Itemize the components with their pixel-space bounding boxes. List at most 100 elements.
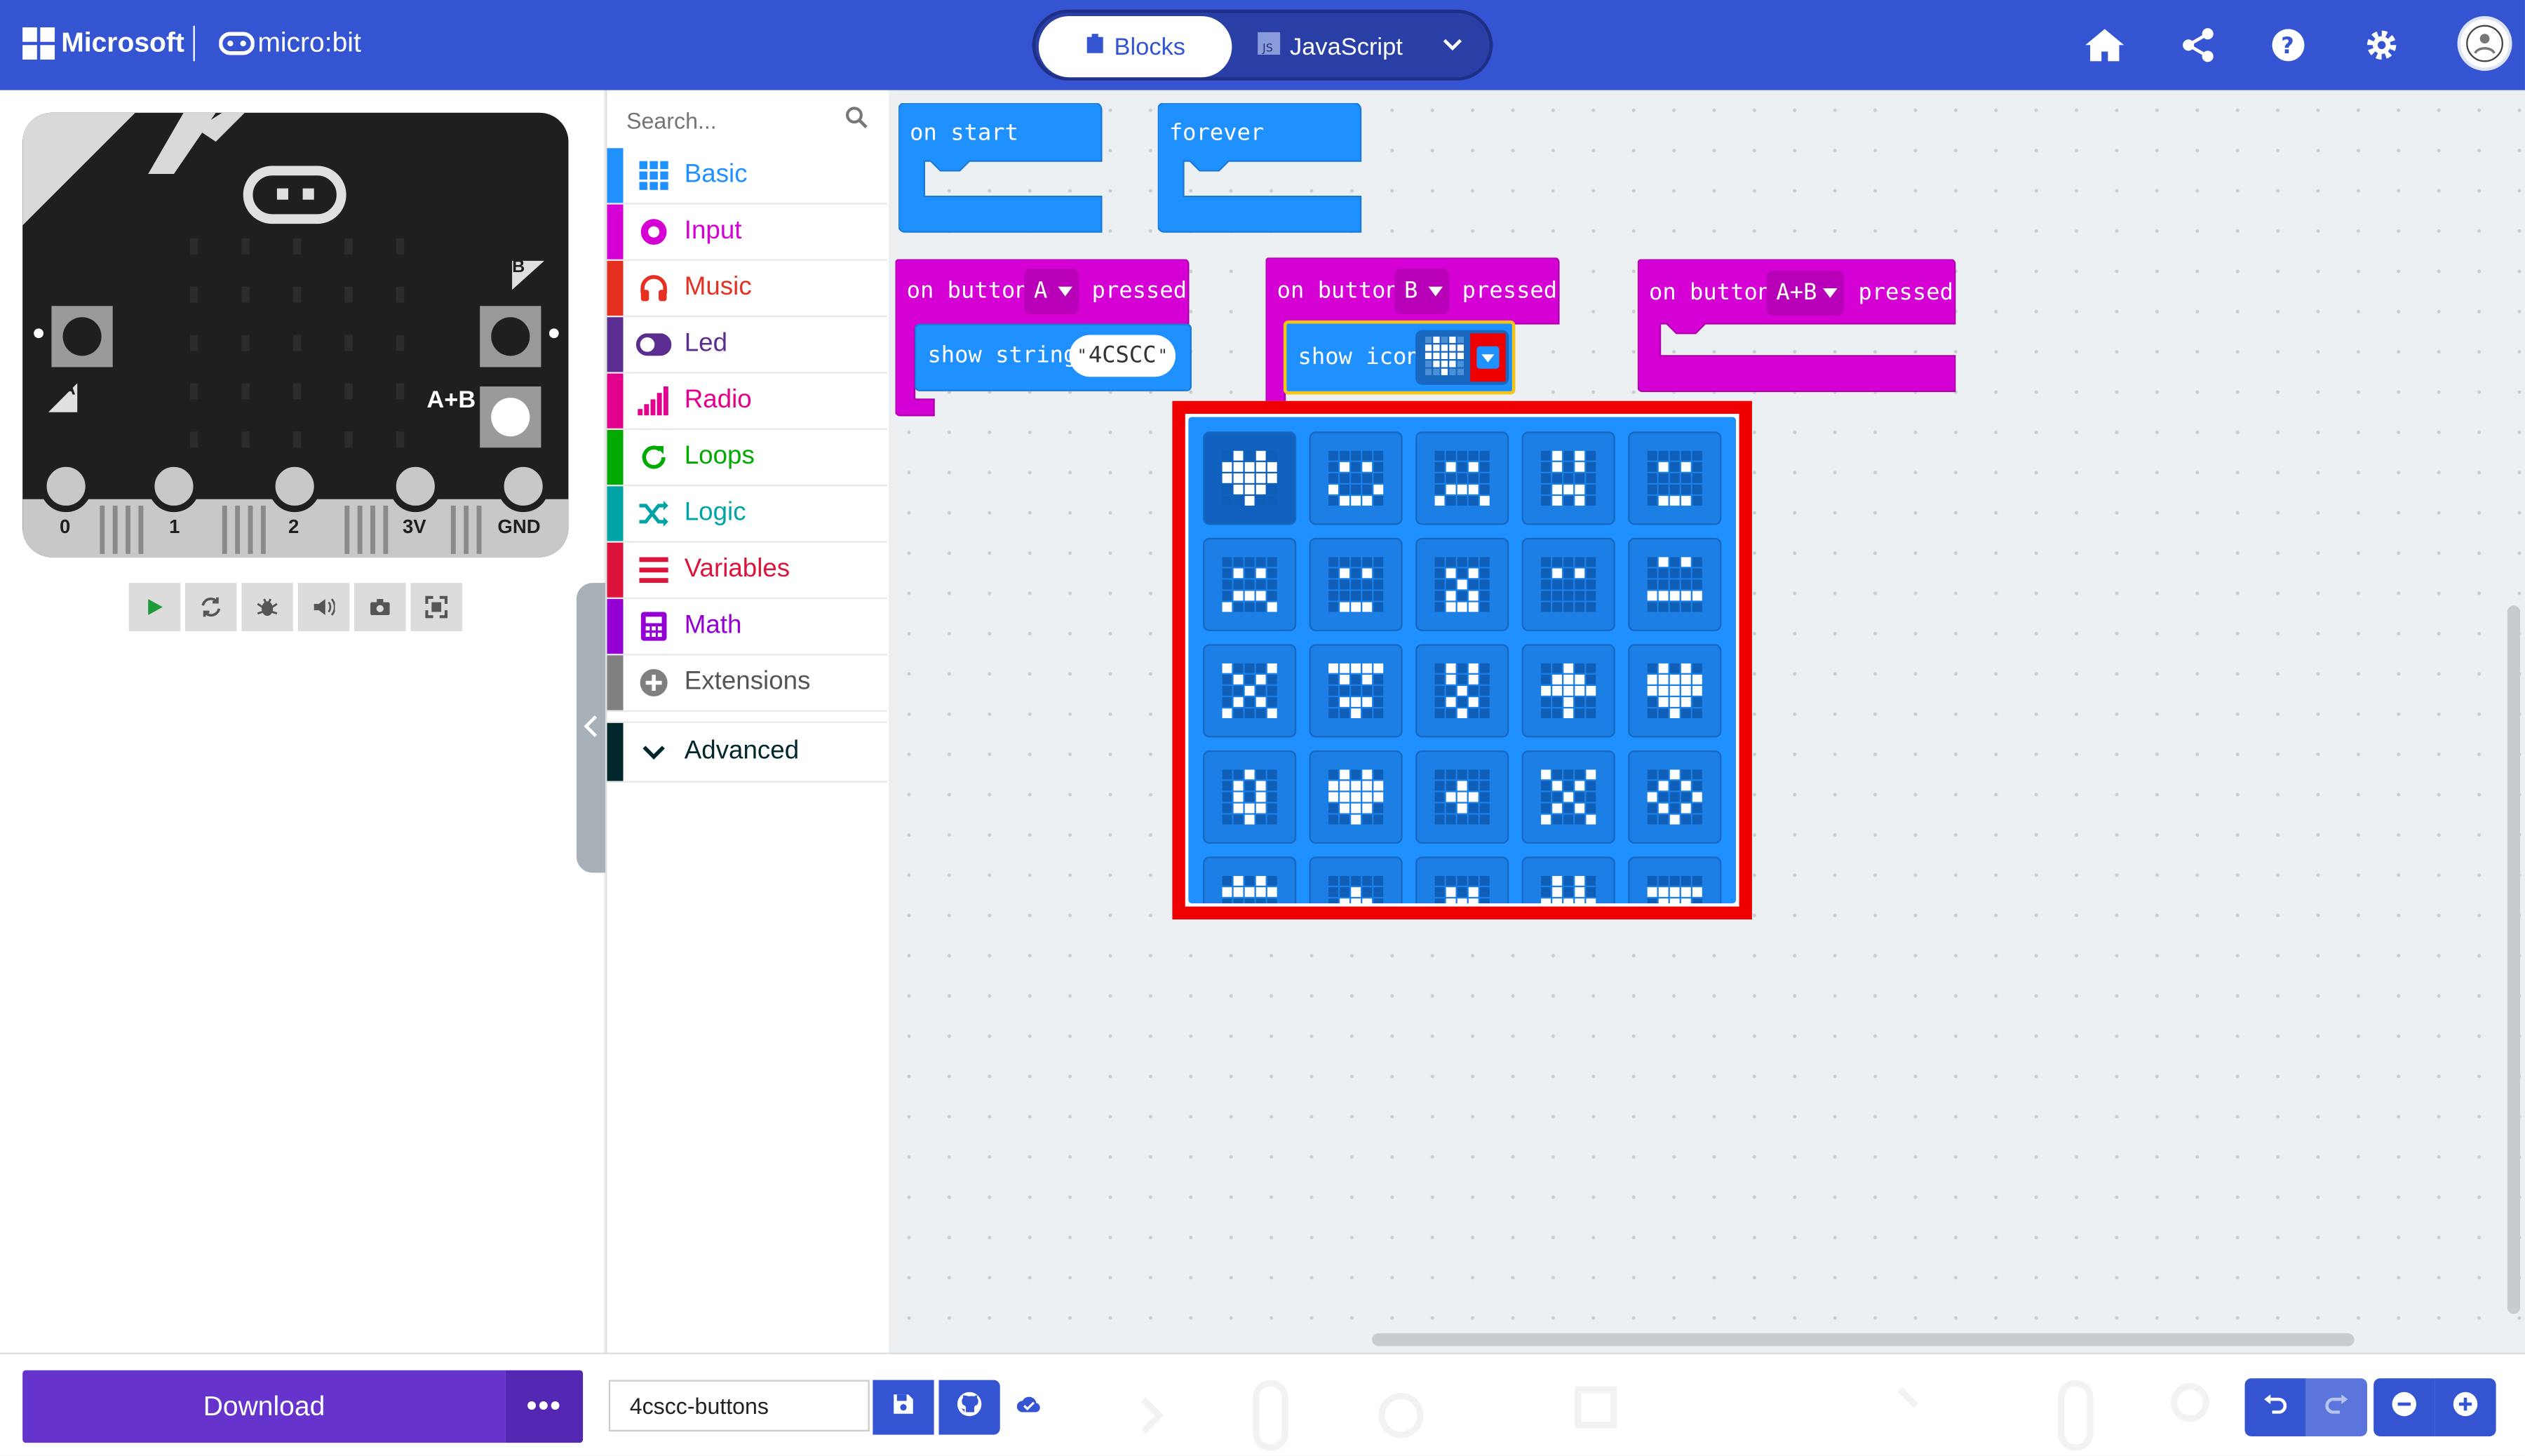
icon-option[interactable] (1309, 431, 1403, 525)
icon-preview (1541, 875, 1596, 903)
microbit-board[interactable]: A B A+B 0 1 2 3V GND (22, 112, 569, 558)
icon-option[interactable] (1521, 750, 1615, 844)
category-logic[interactable]: Logic (607, 486, 888, 543)
settings-icon[interactable] (2356, 20, 2407, 71)
microsoft-brand[interactable]: Microsoft (61, 27, 184, 60)
horizontal-scrollbar[interactable] (1372, 1333, 2355, 1347)
button-b-value: B (1404, 278, 1418, 304)
icon-option[interactable] (1521, 537, 1615, 631)
project-name-input[interactable] (608, 1380, 870, 1432)
icon-option[interactable] (1628, 431, 1722, 525)
category-math[interactable]: Math (607, 599, 888, 656)
icon-option[interactable] (1309, 537, 1403, 631)
search-input[interactable] (623, 102, 823, 139)
product-name[interactable]: micro:bit (257, 27, 361, 60)
icon-option[interactable] (1415, 644, 1509, 738)
icon-preview (1222, 769, 1277, 825)
cloud-sync-icon[interactable] (1016, 1393, 1042, 1422)
icon-option[interactable] (1309, 750, 1403, 844)
share-icon[interactable] (2172, 20, 2223, 71)
show-string-block[interactable]: show string " 4CSCC " (915, 323, 1192, 391)
svg-text:?: ? (2281, 32, 2294, 59)
icon-option[interactable] (1203, 856, 1297, 903)
github-button[interactable] (938, 1380, 1000, 1435)
icon-preview (1328, 663, 1384, 718)
icon-option[interactable] (1203, 750, 1297, 844)
save-button[interactable] (873, 1380, 934, 1435)
fullscreen-icon[interactable] (410, 583, 462, 631)
icon-option[interactable] (1521, 431, 1615, 525)
category-basic[interactable]: Basic (607, 148, 888, 205)
restart-icon[interactable] (185, 583, 237, 631)
zoom-out-button[interactable] (2374, 1378, 2435, 1436)
icon-option[interactable] (1521, 856, 1615, 903)
icon-preview (1647, 450, 1702, 506)
home-icon[interactable] (2079, 20, 2130, 71)
button-b-dropdown[interactable]: B (1394, 269, 1450, 314)
plus-circle-icon (636, 665, 672, 701)
zoom-in-button[interactable] (2435, 1378, 2496, 1436)
icon-option[interactable] (1309, 856, 1403, 903)
icon-option[interactable] (1203, 537, 1297, 631)
category-extensions[interactable]: Extensions (607, 655, 888, 712)
sound-icon[interactable] (297, 583, 350, 631)
category-advanced[interactable]: Advanced (607, 721, 888, 783)
icon-preview (1647, 557, 1702, 612)
icon-option[interactable] (1415, 537, 1509, 631)
category-led[interactable]: Led (607, 317, 888, 374)
icon-option[interactable] (1203, 431, 1297, 525)
icon-option[interactable] (1415, 856, 1509, 903)
tab-blocks[interactable]: Blocks (1038, 15, 1232, 78)
collapse-simulator-handle[interactable] (576, 583, 606, 873)
icon-preview (1434, 450, 1490, 506)
string-value-field[interactable]: " 4CSCC " (1069, 335, 1176, 377)
screenshot-icon[interactable] (354, 583, 406, 631)
search-icon[interactable] (845, 107, 868, 137)
top-header: Microsoft micro:bit Blocks JS JavaScript (0, 0, 2525, 90)
icon-option[interactable] (1415, 750, 1509, 844)
category-color-bar (607, 260, 624, 316)
pin-0-label: 0 (59, 515, 71, 538)
category-color-bar (607, 655, 624, 710)
show-icon-block[interactable]: show icon (1283, 320, 1516, 395)
pressed-label: pressed (1858, 280, 1953, 306)
download-button[interactable]: Download (22, 1370, 506, 1443)
button-ab-dropdown[interactable]: A+B (1766, 270, 1844, 316)
redo-icon (2325, 1393, 2348, 1422)
icon-option[interactable] (1203, 644, 1297, 738)
undo-button[interactable] (2244, 1378, 2306, 1436)
icon-picker-field[interactable] (1415, 330, 1509, 385)
icon-preview (1541, 663, 1596, 718)
icon-option[interactable] (1309, 644, 1403, 738)
category-loops[interactable]: Loops (607, 430, 888, 487)
category-music[interactable]: Music (607, 260, 888, 318)
icon-option[interactable] (1628, 750, 1722, 844)
vertical-scrollbar[interactable] (2507, 605, 2521, 1314)
chevron-down-icon[interactable] (1441, 32, 1464, 63)
avatar[interactable] (2457, 15, 2512, 72)
category-radio[interactable]: Radio (607, 373, 888, 431)
shuffle-icon (636, 496, 672, 532)
zoom-in-icon (2453, 1391, 2479, 1424)
redo-button[interactable] (2305, 1378, 2367, 1436)
icon-option[interactable] (1628, 644, 1722, 738)
icon-option[interactable] (1628, 856, 1722, 903)
category-input[interactable]: Input (607, 204, 888, 261)
help-icon[interactable]: ? (2263, 20, 2314, 71)
tab-javascript[interactable]: JS JavaScript (1258, 16, 1435, 77)
icon-option[interactable] (1521, 644, 1615, 738)
icon-option[interactable] (1415, 431, 1509, 525)
forever-label: forever (1169, 121, 1265, 147)
icon-option[interactable] (1628, 537, 1722, 631)
category-variables[interactable]: Variables (607, 542, 888, 600)
debug-icon[interactable] (241, 583, 293, 631)
icon-dropdown-toggle[interactable] (1470, 333, 1506, 382)
icon-preview (1647, 769, 1702, 825)
calculator-icon (636, 609, 672, 645)
undo-icon (2264, 1393, 2287, 1422)
play-icon[interactable] (128, 583, 181, 631)
button-a-dropdown[interactable]: A (1024, 269, 1079, 314)
icon-preview (1647, 663, 1702, 718)
toolbox: Basic Input Music Led Radio Loops (605, 90, 891, 1353)
download-options-button[interactable]: ••• (505, 1370, 584, 1443)
